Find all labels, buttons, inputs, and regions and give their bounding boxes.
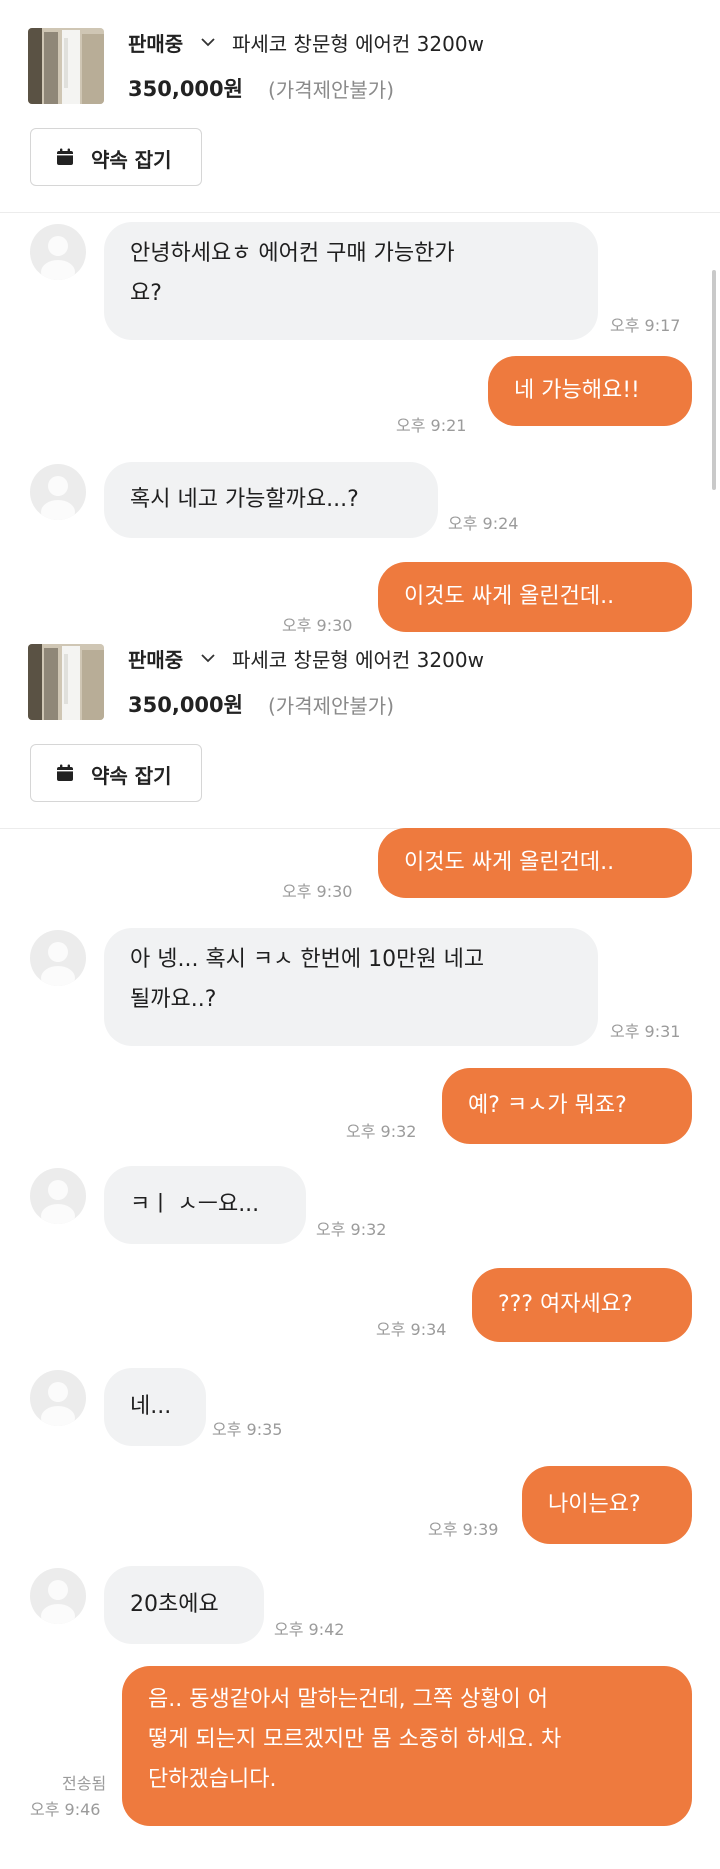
outgoing-message: ??? 여자세요?	[472, 1268, 692, 1342]
incoming-message: 안녕하세요ㅎ 에어컨 구매 가능한가 요?	[104, 222, 598, 340]
message-time: 오후 9:17	[610, 316, 681, 335]
message-time: 오후 9:39	[428, 1520, 499, 1539]
incoming-message: ㅋㅣ ㅅㅡ요...	[104, 1166, 306, 1244]
product-thumbnail[interactable]	[28, 644, 104, 720]
incoming-message: 20초에요	[104, 1566, 264, 1644]
user-avatar-icon	[30, 1370, 86, 1426]
outgoing-message: 나이는요?	[522, 1466, 692, 1544]
calendar-icon	[57, 148, 73, 165]
price-note: (가격제안불가)	[268, 78, 395, 102]
message-time: 오후 9:32	[346, 1122, 417, 1141]
calendar-icon	[57, 764, 73, 781]
sent-status: 전송됨	[62, 1774, 107, 1793]
user-avatar-icon	[30, 1568, 86, 1624]
message-time: 오후 9:32	[316, 1220, 387, 1239]
outgoing-message: 이것도 싸게 올린건데..	[378, 828, 692, 898]
outgoing-message: 이것도 싸게 올린건데..	[378, 562, 692, 632]
outgoing-message: 예? ㅋㅅ가 뭐죠?	[442, 1068, 692, 1144]
user-avatar-icon	[30, 930, 86, 986]
message-time: 오후 9:34	[376, 1320, 447, 1339]
scrollbar[interactable]	[712, 270, 716, 490]
product-price: 350,000원	[128, 693, 243, 717]
price-note: (가격제안불가)	[268, 694, 395, 718]
sale-status[interactable]: 판매중	[128, 28, 183, 57]
appointment-label: 약속 잡기	[91, 148, 172, 172]
product-thumbnail[interactable]	[28, 28, 104, 104]
user-avatar-icon	[30, 1168, 86, 1224]
message-time: 오후 9:31	[610, 1022, 681, 1041]
sale-status[interactable]: 판매중	[128, 644, 183, 673]
appointment-label: 약속 잡기	[91, 764, 172, 788]
message-time: 오후 9:30	[282, 882, 353, 901]
appointment-button[interactable]: 약속 잡기	[30, 744, 202, 802]
product-price: 350,000원	[128, 77, 243, 101]
incoming-message: 네...	[104, 1368, 206, 1446]
product-title: 파세코 창문형 에어컨 3200w	[232, 32, 484, 56]
chevron-down-icon[interactable]	[200, 652, 216, 664]
user-avatar-icon	[30, 464, 86, 520]
appointment-button[interactable]: 약속 잡기	[30, 128, 202, 186]
message-time: 오후 9:21	[396, 416, 467, 435]
outgoing-message: 네 가능해요!!	[488, 356, 692, 426]
outgoing-message: 음.. 동생같아서 말하는건데, 그쪽 상황이 어 떻게 되는지 모르겠지만 몸…	[122, 1666, 692, 1826]
message-time: 오후 9:24	[448, 514, 519, 533]
product-header: 판매중 파세코 창문형 에어컨 3200w 350,000원 (가격제안불가) …	[0, 0, 720, 213]
chevron-down-icon[interactable]	[200, 36, 216, 48]
product-title: 파세코 창문형 에어컨 3200w	[232, 648, 484, 672]
user-avatar-icon	[30, 224, 86, 280]
message-time: 오후 9:35	[212, 1420, 283, 1439]
incoming-message: 아 넹... 혹시 ㅋㅅ 한번에 10만원 네고 될까요..?	[104, 928, 598, 1046]
message-time: 오후 9:42	[274, 1620, 345, 1639]
product-header: 판매중 파세코 창문형 에어컨 3200w 350,000원 (가격제안불가) …	[0, 632, 720, 829]
incoming-message: 혹시 네고 가능할까요...?	[104, 462, 438, 538]
message-time: 오후 9:46	[30, 1800, 101, 1819]
